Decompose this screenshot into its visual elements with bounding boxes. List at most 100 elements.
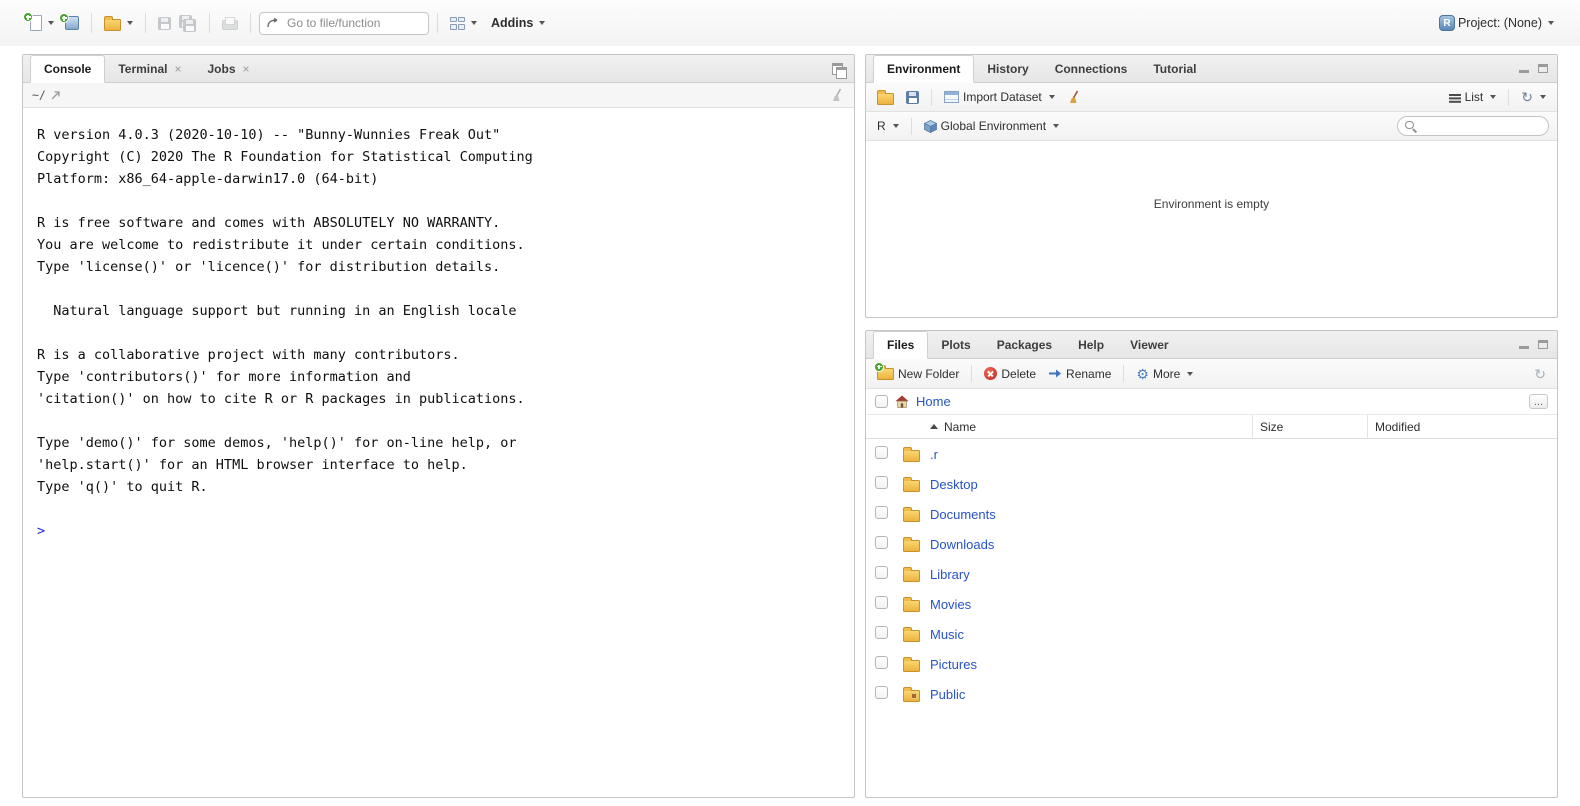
path-ellipsis-button[interactable]: ... [1529, 394, 1548, 409]
new-folder-button[interactable]: New Folder [874, 363, 962, 385]
console-output-area[interactable]: R version 4.0.3 (2020-10-10) -- "Bunny-W… [23, 108, 854, 797]
row-checkbox[interactable] [875, 506, 888, 519]
tab-help[interactable]: Help [1065, 331, 1117, 358]
toolbar-separator [250, 13, 251, 33]
addins-button[interactable]: Addins [487, 13, 549, 33]
file-row[interactable]: Library [866, 559, 1557, 589]
environment-search-input[interactable] [1421, 119, 1541, 133]
environment-search-wrap [1397, 116, 1549, 136]
file-name-link[interactable]: Movies [930, 597, 971, 612]
file-name-link[interactable]: .r [930, 447, 938, 462]
tab-connections[interactable]: Connections [1042, 55, 1141, 82]
clear-environment-button[interactable] [1064, 88, 1085, 106]
environment-pane-controls [1519, 55, 1557, 82]
tab-files[interactable]: Files [873, 331, 928, 359]
file-row[interactable]: Public [866, 679, 1557, 709]
file-name-link[interactable]: Pictures [930, 657, 977, 672]
file-row[interactable]: Downloads [866, 529, 1557, 559]
save-button[interactable] [154, 14, 175, 33]
row-checkbox[interactable] [875, 686, 888, 699]
environment-scope-bar: R Global Environment [866, 112, 1557, 141]
minimize-pane-icon[interactable] [1519, 64, 1529, 73]
refresh-environment-button[interactable]: ↻ [1518, 88, 1549, 106]
tab-environment[interactable]: Environment [873, 55, 974, 83]
tab-label: Plots [941, 338, 970, 352]
list-view-button[interactable]: List [1446, 88, 1500, 106]
project-menu-button[interactable]: R Project: (None) [1435, 12, 1558, 34]
rename-button[interactable]: Rename [1045, 365, 1114, 383]
environment-body: Environment is empty [866, 141, 1557, 317]
file-name-link[interactable]: Desktop [930, 477, 978, 492]
maximize-pane-icon[interactable] [1538, 64, 1548, 73]
delete-icon [984, 367, 997, 380]
tab-terminal[interactable]: Terminal × [105, 55, 194, 82]
toolbar-separator [971, 365, 972, 382]
row-checkbox[interactable] [875, 536, 888, 549]
file-name-link[interactable]: Documents [930, 507, 996, 522]
file-name-link[interactable]: Public [930, 687, 965, 702]
file-row[interactable]: Movies [866, 589, 1557, 619]
save-workspace-button[interactable] [903, 89, 922, 106]
tab-packages[interactable]: Packages [984, 331, 1065, 358]
delete-label: Delete [1001, 367, 1036, 381]
open-file-button[interactable] [100, 13, 137, 34]
tab-console[interactable]: Console [30, 55, 105, 83]
file-row[interactable]: Music [866, 619, 1557, 649]
select-all-checkbox[interactable] [875, 395, 888, 408]
tab-label: Jobs [207, 62, 235, 76]
tab-label: Terminal [118, 62, 167, 76]
file-row[interactable]: Documents [866, 499, 1557, 529]
new-file-button[interactable] [22, 12, 58, 34]
tab-close-icon[interactable]: × [174, 62, 181, 76]
toolbar-separator [931, 89, 932, 106]
column-header-name[interactable]: Name [930, 415, 1252, 438]
console-pane: Console Terminal × Jobs × ~/ [22, 54, 855, 798]
column-header-size[interactable]: Size [1252, 415, 1367, 438]
row-checkbox[interactable] [875, 656, 888, 669]
file-name-link[interactable]: Music [930, 627, 964, 642]
row-checkbox[interactable] [875, 596, 888, 609]
import-dataset-button[interactable]: Import Dataset [941, 88, 1058, 106]
chevron-down-icon [1053, 124, 1059, 128]
file-row[interactable]: Pictures [866, 649, 1557, 679]
tab-jobs[interactable]: Jobs × [194, 55, 262, 82]
delete-button[interactable]: Delete [981, 365, 1039, 383]
tab-history[interactable]: History [974, 55, 1041, 82]
goto-file-function-input[interactable] [285, 15, 421, 31]
tab-tutorial[interactable]: Tutorial [1140, 55, 1209, 82]
new-project-button[interactable] [58, 13, 83, 33]
more-button[interactable]: ⚙ More [1133, 365, 1196, 383]
print-button[interactable] [218, 14, 242, 33]
environment-scope-button[interactable]: Global Environment [921, 117, 1062, 135]
tab-plots[interactable]: Plots [928, 331, 983, 358]
tab-viewer[interactable]: Viewer [1117, 331, 1181, 358]
minimize-pane-icon[interactable] [1519, 340, 1529, 349]
tab-label: Packages [997, 338, 1052, 352]
maximize-pane-icon[interactable] [1538, 340, 1548, 349]
refresh-files-button[interactable]: ↻ [1531, 365, 1549, 383]
main-toolbar: Addins R Project: (None) [0, 0, 1580, 46]
row-checkbox[interactable] [875, 476, 888, 489]
clear-console-broom-icon[interactable] [830, 88, 845, 102]
jump-arrow-icon[interactable] [51, 91, 61, 100]
row-checkbox[interactable] [875, 566, 888, 579]
maximize-pane-icon[interactable] [832, 63, 845, 75]
tab-close-icon[interactable]: × [243, 62, 250, 76]
folder-icon [903, 450, 920, 462]
column-header-modified[interactable]: Modified [1367, 415, 1557, 438]
environment-toolbar-right: List ↻ [1446, 88, 1549, 106]
environment-scope-label: Global Environment [941, 119, 1046, 133]
load-workspace-button[interactable] [874, 88, 897, 107]
language-selector-button[interactable]: R [874, 117, 902, 135]
save-all-button[interactable] [175, 12, 201, 35]
pane-layout-button[interactable] [446, 14, 481, 33]
tab-label: Files [887, 338, 914, 352]
file-row[interactable]: .r [866, 439, 1557, 469]
file-name-link[interactable]: Downloads [930, 537, 994, 552]
global-environment-cube-icon [924, 120, 937, 133]
file-name-link[interactable]: Library [930, 567, 970, 582]
breadcrumb-home-link[interactable]: Home [916, 394, 951, 409]
row-checkbox[interactable] [875, 446, 888, 459]
file-row[interactable]: Desktop [866, 469, 1557, 499]
row-checkbox[interactable] [875, 626, 888, 639]
